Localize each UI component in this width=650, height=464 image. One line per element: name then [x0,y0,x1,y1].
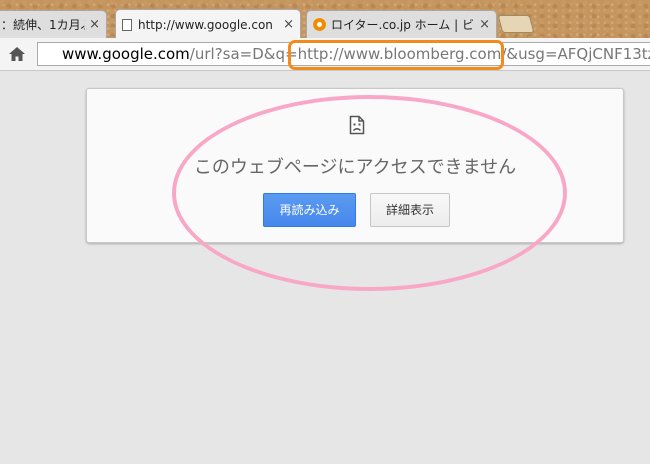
highlight-ellipse-annotation [172,95,567,291]
tab-strip: ：続伸、1カ月ぶ × http://www.google.con × ロイター.… [0,0,650,39]
close-tab-icon[interactable]: × [479,17,490,32]
home-icon[interactable] [8,45,26,63]
tab-title: ロイター.co.jp ホーム | ビジ [331,18,476,32]
close-tab-icon[interactable]: × [89,17,100,32]
tab-title: http://www.google.con [138,17,273,32]
url-host: www.google.com [62,45,190,63]
new-tab-button[interactable] [497,15,535,33]
tab-google-redirect[interactable]: http://www.google.con × [115,9,301,39]
tab-title: ：続伸、1カ月ぶ [1,18,86,32]
tab-market-news[interactable]: ：続伸、1カ月ぶ × [0,10,107,38]
reuters-logo-icon [313,18,326,31]
tab-reuters[interactable]: ロイター.co.jp ホーム | ビジ × [306,10,497,38]
page-icon [122,18,132,31]
url-highlight-annotation [288,40,504,70]
close-tab-icon[interactable]: × [283,17,294,32]
